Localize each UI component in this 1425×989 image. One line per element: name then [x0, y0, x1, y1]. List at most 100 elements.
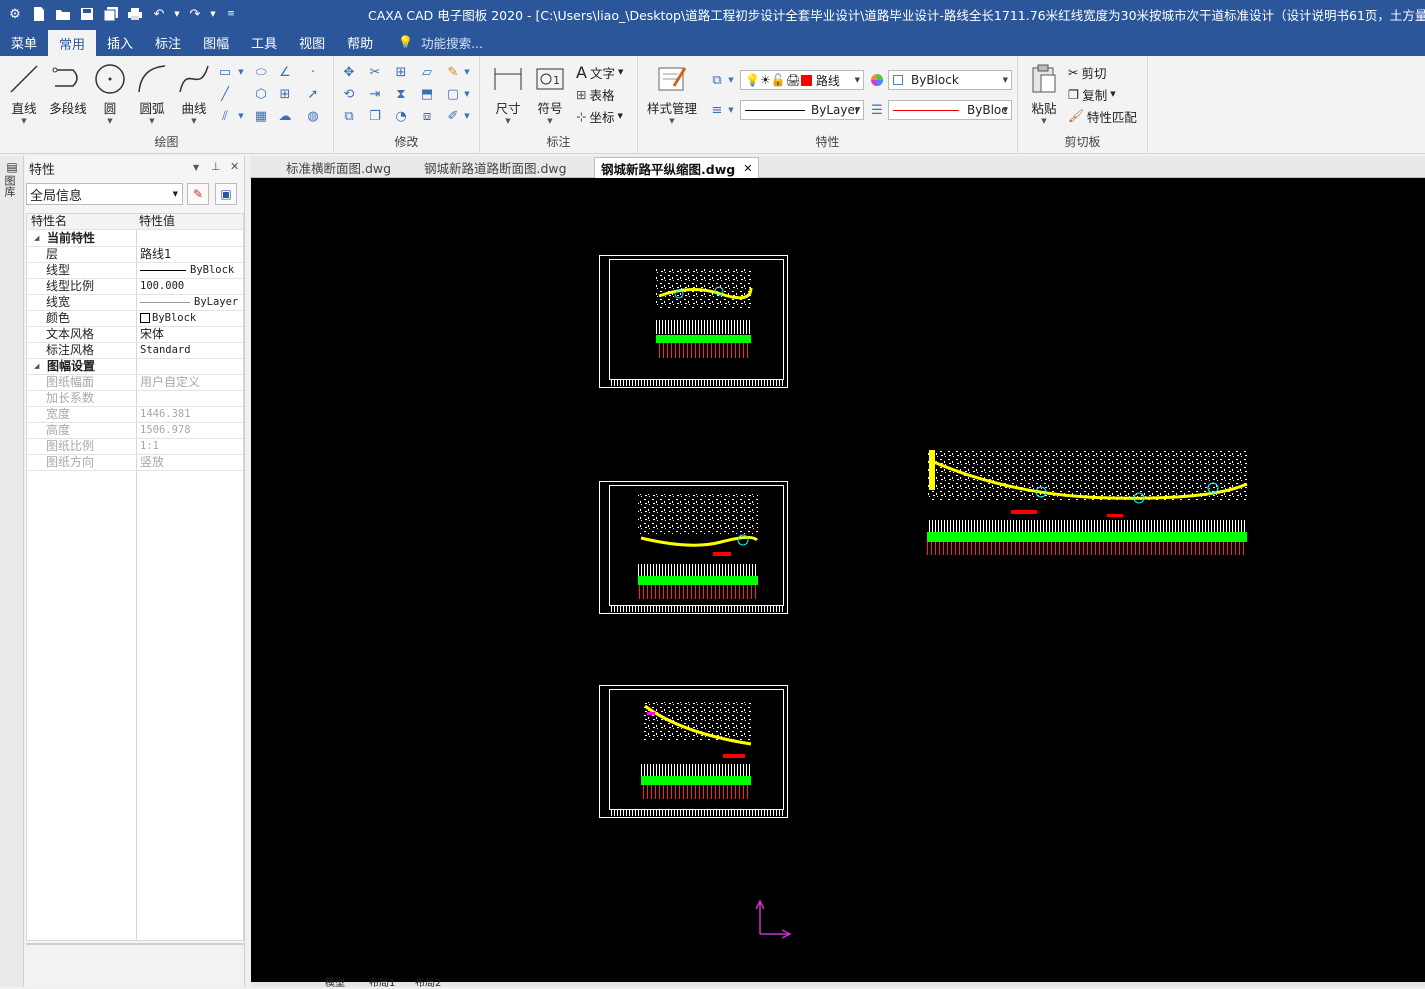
arc-button[interactable]: 圆弧 ▼	[132, 62, 172, 126]
curve-button[interactable]: 曲线 ▼	[174, 62, 214, 126]
plan-profile-drawing[interactable]	[927, 450, 1248, 555]
polygon-icon[interactable]: ⬡	[250, 84, 272, 104]
layer-manager-dropdown-icon[interactable]: ▼	[726, 70, 736, 90]
rectangle-dropdown-icon[interactable]: ▼	[236, 62, 246, 82]
cut-button[interactable]: ✂ 剪切	[1068, 62, 1107, 82]
layer-manager-icon[interactable]: ⧉	[706, 70, 728, 90]
rotate-icon[interactable]: ⟲	[338, 84, 360, 104]
offset-icon[interactable]: ⧉	[338, 106, 360, 126]
prop-row-dim-style[interactable]: 标注风格 Standard	[27, 343, 243, 359]
hatch-line-icon[interactable]: ╱	[214, 84, 236, 104]
prop-row-lineweight[interactable]: 线宽 ByLayer	[27, 295, 243, 311]
edit-dropdown-icon[interactable]: ▼	[462, 106, 472, 126]
parallel-dropdown-icon[interactable]: ▼	[236, 106, 246, 126]
color-combo[interactable]: ByBlock ▼	[888, 70, 1012, 90]
new-icon[interactable]	[28, 3, 50, 25]
quick-select-button[interactable]: ▣	[215, 183, 237, 205]
prop-row-color[interactable]: 颜色 ByBlock	[27, 311, 243, 327]
close-icon[interactable]: ✕	[230, 160, 239, 173]
pin-icon[interactable]: ⊥	[211, 160, 221, 173]
library-tab[interactable]: ▤ 图库	[3, 161, 20, 197]
dimension-button[interactable]: 尺寸 ▼	[488, 62, 528, 126]
doc-tab[interactable]: 标准横断面图.dwg	[280, 157, 397, 178]
print-icon[interactable]	[124, 3, 146, 25]
tab-help[interactable]: 帮助	[336, 28, 384, 56]
save-all-icon[interactable]	[100, 3, 122, 25]
drawing-canvas[interactable]	[251, 178, 1425, 982]
line-button[interactable]: 直线 ▼	[4, 62, 44, 126]
array-icon[interactable]: ⊞	[390, 62, 412, 82]
prop-row-layer[interactable]: 层 路线1	[27, 247, 243, 263]
cloud-icon[interactable]: ☁	[274, 106, 296, 126]
move-icon[interactable]: ✥	[338, 62, 360, 82]
tab-menu[interactable]: 菜单	[0, 28, 48, 56]
close-tab-icon[interactable]: ✕	[743, 162, 752, 175]
text-button[interactable]: A 文字 ▼	[576, 62, 623, 82]
tab-annotate[interactable]: 标注	[144, 28, 192, 56]
fill-icon[interactable]: ◍	[302, 106, 324, 126]
table-button[interactable]: ⊞ 表格	[576, 84, 615, 104]
polyline-button[interactable]: 多段线	[46, 62, 90, 126]
sheet-frame-2[interactable]	[599, 481, 788, 614]
erase-icon[interactable]: ✎	[442, 62, 464, 82]
doc-tab-active[interactable]: 钢城新路平纵缩图.dwg ✕	[594, 157, 760, 178]
tab-common[interactable]: 常用	[48, 30, 97, 56]
feature-search[interactable]: 💡 功能搜索...	[398, 28, 483, 56]
prop-row-text-style[interactable]: 文本风格 宋体	[27, 327, 243, 343]
layer-combo[interactable]: 💡☀🔓🖨 路线 ▼	[740, 70, 864, 90]
block-dropdown-icon[interactable]: ▼	[462, 84, 472, 104]
paste-button[interactable]: 粘贴 ▼	[1024, 62, 1064, 126]
save-icon[interactable]	[76, 3, 98, 25]
match-properties-button[interactable]: 🖌 特性匹配	[1068, 106, 1137, 126]
rectangle-icon[interactable]: ▭	[214, 62, 236, 82]
panel-menu-icon[interactable]: ▼	[193, 163, 199, 172]
coordinate-button[interactable]: ⊹ 坐标 ▼	[576, 106, 623, 126]
color-wheel-icon[interactable]	[866, 70, 888, 90]
linetype-list-dropdown-icon[interactable]: ▼	[726, 100, 736, 120]
prop-row-linetype-scale[interactable]: 线型比例 100.000	[27, 279, 243, 295]
point-icon[interactable]: ·	[302, 62, 324, 82]
extend-icon[interactable]: ⇥	[364, 84, 386, 104]
open-icon[interactable]	[52, 3, 74, 25]
lineweight-combo[interactable]: ByBloc ▼	[888, 100, 1012, 120]
tab-tools[interactable]: 工具	[240, 28, 288, 56]
angle-line-icon[interactable]: ∠	[274, 62, 296, 82]
explode-icon[interactable]: ⧈	[416, 106, 438, 126]
centerline-icon[interactable]: ⊞	[274, 84, 296, 104]
redo-dropdown-icon[interactable]: ▼	[208, 3, 218, 25]
fillet-icon[interactable]: ◔	[390, 106, 412, 126]
layout-tab-model[interactable]: 模型	[325, 979, 345, 989]
circle-button[interactable]: 圆 ▼	[90, 62, 130, 126]
tab-view[interactable]: 视图	[288, 28, 336, 56]
copy-button[interactable]: ❐ 复制 ▼	[1068, 84, 1116, 104]
parallel-line-icon[interactable]: ⫽	[214, 106, 236, 126]
sheet-frame-3[interactable]	[599, 685, 788, 818]
section-sheet[interactable]: ◢ 图幅设置	[27, 359, 243, 375]
doc-tab[interactable]: 钢城新路道路断面图.dwg	[418, 157, 573, 178]
block-icon[interactable]: ▢	[442, 84, 464, 104]
tab-insert[interactable]: 插入	[96, 28, 144, 56]
layout-tab-1[interactable]: 布局1	[369, 979, 395, 989]
section-current[interactable]: ◢ 当前特性	[27, 231, 243, 247]
prop-row-linetype[interactable]: 线型 ByBlock	[27, 263, 243, 279]
toggle-pickadd-button[interactable]: ✎	[187, 183, 209, 205]
tab-sheet[interactable]: 图幅	[192, 28, 240, 56]
sheet-frame-1[interactable]	[599, 255, 788, 388]
symbol-button[interactable]: 1 符号 ▼	[530, 62, 570, 126]
leader-icon[interactable]: ➚	[302, 84, 324, 104]
mirror-icon[interactable]: ⧗	[390, 84, 412, 104]
undo-dropdown-icon[interactable]: ▼	[172, 3, 182, 25]
ellipse-icon[interactable]: ⬭	[250, 62, 272, 82]
erase-dropdown-icon[interactable]: ▼	[462, 62, 472, 82]
trim-icon[interactable]: ✂	[364, 62, 386, 82]
edit-icon[interactable]: ✐	[442, 106, 464, 126]
linetype-list-icon[interactable]: ≡	[706, 100, 728, 120]
app-icon[interactable]: ⚙	[4, 3, 26, 25]
layout-tab-2[interactable]: 布局2	[415, 979, 441, 989]
lineweight-icon[interactable]: ☰	[866, 100, 888, 120]
linetype-combo[interactable]: ByLayer ▼	[740, 100, 864, 120]
customize-icon[interactable]: ≡	[220, 3, 242, 25]
object-selector[interactable]: 全局信息 ▼	[26, 183, 183, 205]
hatch-icon[interactable]: ▦	[250, 106, 272, 126]
scale-icon[interactable]: ⬒	[416, 84, 438, 104]
